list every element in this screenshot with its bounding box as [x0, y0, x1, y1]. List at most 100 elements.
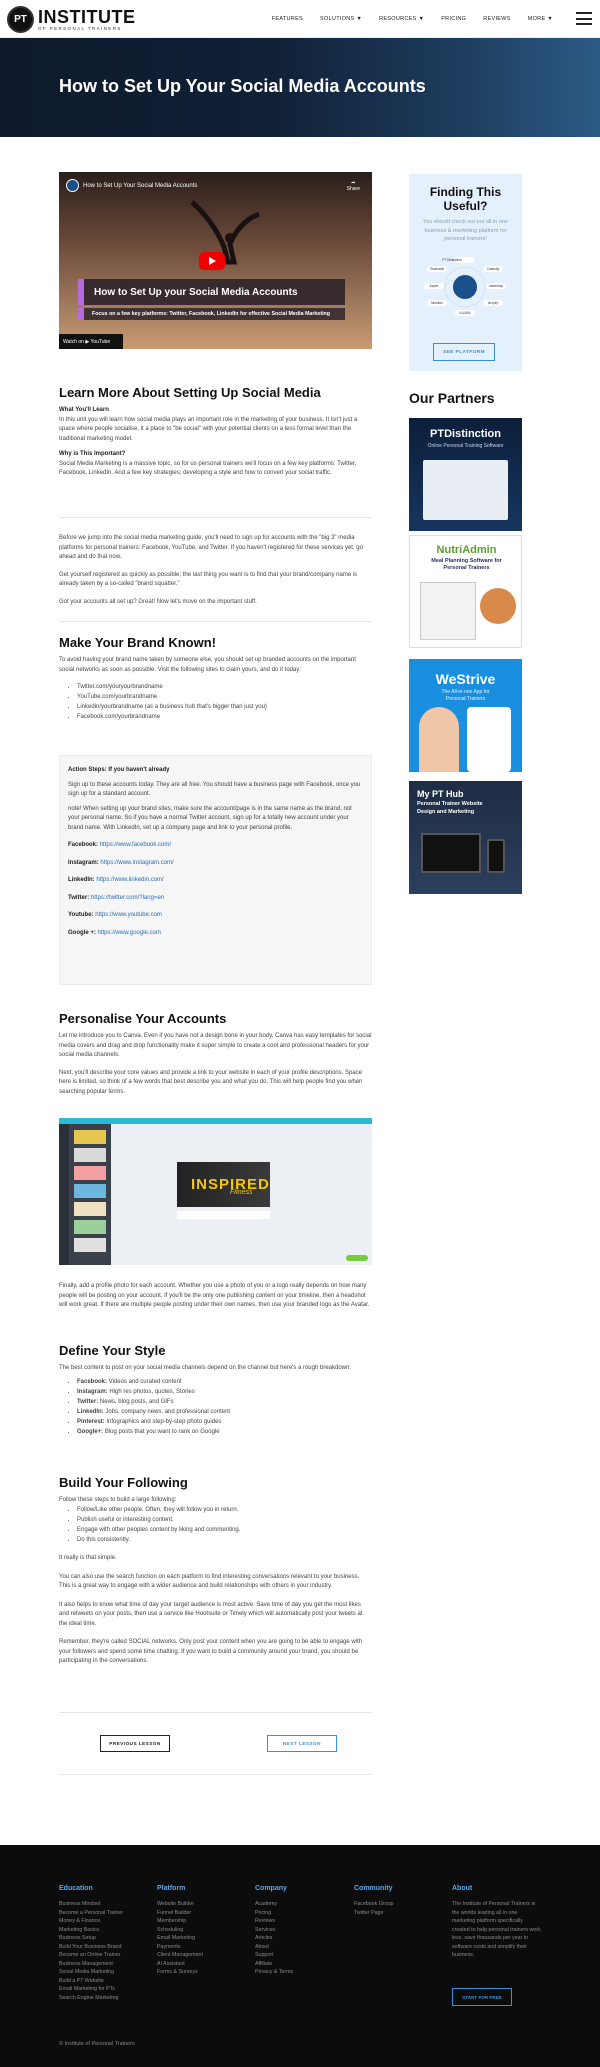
see-platform-button[interactable]: SEE PLATFORM [433, 343, 495, 361]
ad-title: My PT Hub [417, 789, 464, 799]
footer-link[interactable]: Twitter Page [354, 1909, 444, 1918]
platform-content: High res photos, quotes, Stories [107, 1388, 195, 1395]
learn-paragraph-2: Social Media Marketing is a massive topi… [59, 460, 357, 477]
footer-link[interactable]: Affiliate [255, 1960, 345, 1969]
footer-link[interactable]: Build a PT Website [59, 1977, 149, 1986]
footer-link[interactable]: Funnel Builder [157, 1909, 247, 1918]
divider [59, 1774, 372, 1775]
following-paragraph-5: Remember, they're called SOCIAL networks… [59, 1639, 363, 1665]
brand-list: Twitter.com/youryourbrandname YouTube.co… [59, 683, 372, 723]
footer-link[interactable]: AI Assistant [157, 1960, 247, 1969]
style-heading: Define Your Style [59, 1343, 166, 1358]
main-content: How to Set Up Your Social Media Accounts… [59, 172, 372, 349]
ad-title: WeStrive [435, 671, 496, 687]
divider [59, 517, 372, 518]
footer-link[interactable]: Email Marketing for PTs [59, 1985, 149, 1994]
youtube-link[interactable]: https://www.youtube.com [95, 912, 162, 918]
platform-name: Twitter: [77, 1398, 99, 1405]
footer-link[interactable]: Business Management [59, 1960, 149, 1969]
video-player[interactable]: How to Set Up Your Social Media Accounts… [59, 172, 372, 349]
google-link[interactable]: https://www.google.com [98, 930, 161, 936]
twitter-link[interactable]: https://twitter.com/?lang=en [91, 895, 164, 901]
nav-solutions[interactable]: SOLUTIONS ▼ [320, 16, 362, 22]
following-section: Build Your Following Follow these steps … [59, 1475, 372, 1667]
nav-resources[interactable]: RESOURCES ▼ [379, 16, 424, 22]
next-lesson-button[interactable]: NEXT LESSON [267, 1735, 337, 1752]
linkedin-link[interactable]: https://www.linkedin.com/ [96, 877, 163, 883]
footer-link[interactable]: Privacy & Terms [255, 1968, 345, 1977]
footer-link[interactable]: Payments [157, 1943, 247, 1952]
intro-paragraph-1: Before we jump into the social media mar… [59, 535, 363, 560]
nav-pricing[interactable]: PRICING [441, 16, 466, 22]
footer-link[interactable]: Reviews [255, 1917, 345, 1926]
video-title[interactable]: How to Set Up Your Social Media Accounts [83, 183, 197, 189]
facebook-link[interactable]: https://www.facebook.com/ [100, 842, 171, 848]
footer-link[interactable]: Support [255, 1951, 345, 1960]
footer-link[interactable]: Marketing Basics [59, 1926, 149, 1935]
footer-link[interactable]: Website Builder [157, 1900, 247, 1909]
site-logo[interactable]: PT INSTITUTE OF PERSONAL TRAINERS [7, 6, 136, 33]
divider [59, 621, 372, 622]
page-title: How to Set Up Your Social Media Accounts [59, 76, 426, 96]
list-item: Linkedin/yourbrandname (as a business hu… [77, 703, 372, 713]
list-item: Engage with other peoples content by lik… [77, 1526, 372, 1536]
footer-link[interactable]: Client Management [157, 1951, 247, 1960]
footer-link[interactable]: Money & Finance [59, 1917, 149, 1926]
platform-name: Instagram: [77, 1388, 108, 1395]
footer-link[interactable]: Build Your Business Brand [59, 1943, 149, 1952]
integrations-labels: PT Distinction Calendly mailchimp shopif… [423, 256, 508, 318]
brand-section: Make Your Brand Known! To avoid having y… [59, 635, 372, 723]
integration-label: Calendly [486, 267, 500, 271]
partner-ad-westrive[interactable]: WeStrive The All-in-one App for Personal… [409, 659, 522, 772]
channel-avatar[interactable] [66, 179, 79, 192]
nav-reviews[interactable]: REVIEWS [483, 16, 510, 22]
partner-ad-nutriadmin[interactable]: NutriAdmin Meal Planning Software for Pe… [409, 535, 522, 648]
footer-link[interactable]: Business Mindset [59, 1900, 149, 1909]
personalise-paragraph-1: Let me introduce you to Canva. Even if y… [59, 1033, 372, 1059]
band-title: How to Set Up your Social Media Accounts [94, 287, 298, 298]
previous-lesson-button[interactable]: PREVIOUS LESSON [100, 1735, 170, 1752]
link-label: Google +: [68, 929, 96, 936]
hamburger-menu-icon[interactable] [576, 12, 592, 25]
partner-ad-ptdistinction[interactable]: PTDistinction Online Personal Training S… [409, 418, 522, 531]
learn-section: Learn More About Setting Up Social Media… [59, 385, 372, 479]
watch-on-youtube-button[interactable]: Watch on ▶ YouTube [59, 334, 123, 349]
style-paragraph: The best content to post on your social … [59, 1365, 352, 1372]
footer-link[interactable]: Forms & Surveys [157, 1968, 247, 1977]
footer-link[interactable]: Membership [157, 1917, 247, 1926]
instagram-link[interactable]: https://www.instagram.com/ [100, 860, 173, 866]
footer-link[interactable]: Become an Online Trainer [59, 1951, 149, 1960]
footer-link[interactable]: Articles [255, 1934, 345, 1943]
design-subline: Fitness [230, 1189, 253, 1196]
ad-document-image [420, 582, 476, 640]
start-for-free-button[interactable]: START FOR FREE [452, 1988, 512, 2006]
footer-link[interactable]: Business Setup [59, 1934, 149, 1943]
nav-features[interactable]: FEATURES [272, 16, 303, 22]
footer-link[interactable]: Facebook Group [354, 1900, 444, 1909]
footer-link[interactable]: Pricing [255, 1909, 345, 1918]
footer-link[interactable]: Academy [255, 1900, 345, 1909]
following-paragraph-1: Follow these steps to build a large foll… [59, 1497, 177, 1504]
play-button-icon[interactable] [199, 252, 225, 270]
top-nav: PT INSTITUTE OF PERSONAL TRAINERS FEATUR… [0, 0, 600, 38]
footer-link[interactable]: Become a Personal Trainer [59, 1909, 149, 1918]
footer-link[interactable]: Email Marketing [157, 1934, 247, 1943]
footer-heading: Community [354, 1885, 393, 1892]
footer-link[interactable]: Social Media Marketing [59, 1968, 149, 1977]
following-list: Follow/Like other people. Often, they wi… [59, 1506, 372, 1546]
ad-subtitle: Meal Planning Software for Personal Trai… [431, 558, 502, 571]
share-button[interactable]: ➦ Share [347, 180, 360, 192]
footer-link[interactable]: Services [255, 1926, 345, 1935]
nav-more[interactable]: MORE ▼ [528, 16, 553, 22]
partner-ad-myptHub[interactable]: My PT Hub Personal Trainer Website Desig… [409, 781, 522, 894]
footer-link[interactable]: About [255, 1943, 345, 1952]
integration-label: PT Distinction [442, 258, 462, 262]
list-item: Facebook.com/yourbrandname [77, 713, 372, 723]
platform-content: Infographics and step-by-step photo guid… [104, 1418, 222, 1425]
footer-link[interactable]: Scheduling [157, 1926, 247, 1935]
logo-badge: PT [7, 6, 34, 33]
link-label: Twitter: [68, 894, 90, 901]
footer-link[interactable]: Search Engine Marketing [59, 1994, 149, 2003]
personalise-paragraph-2: Next, you'll describe your core values a… [59, 1069, 363, 1095]
list-item: Follow/Like other people. Often, they wi… [77, 1506, 372, 1516]
